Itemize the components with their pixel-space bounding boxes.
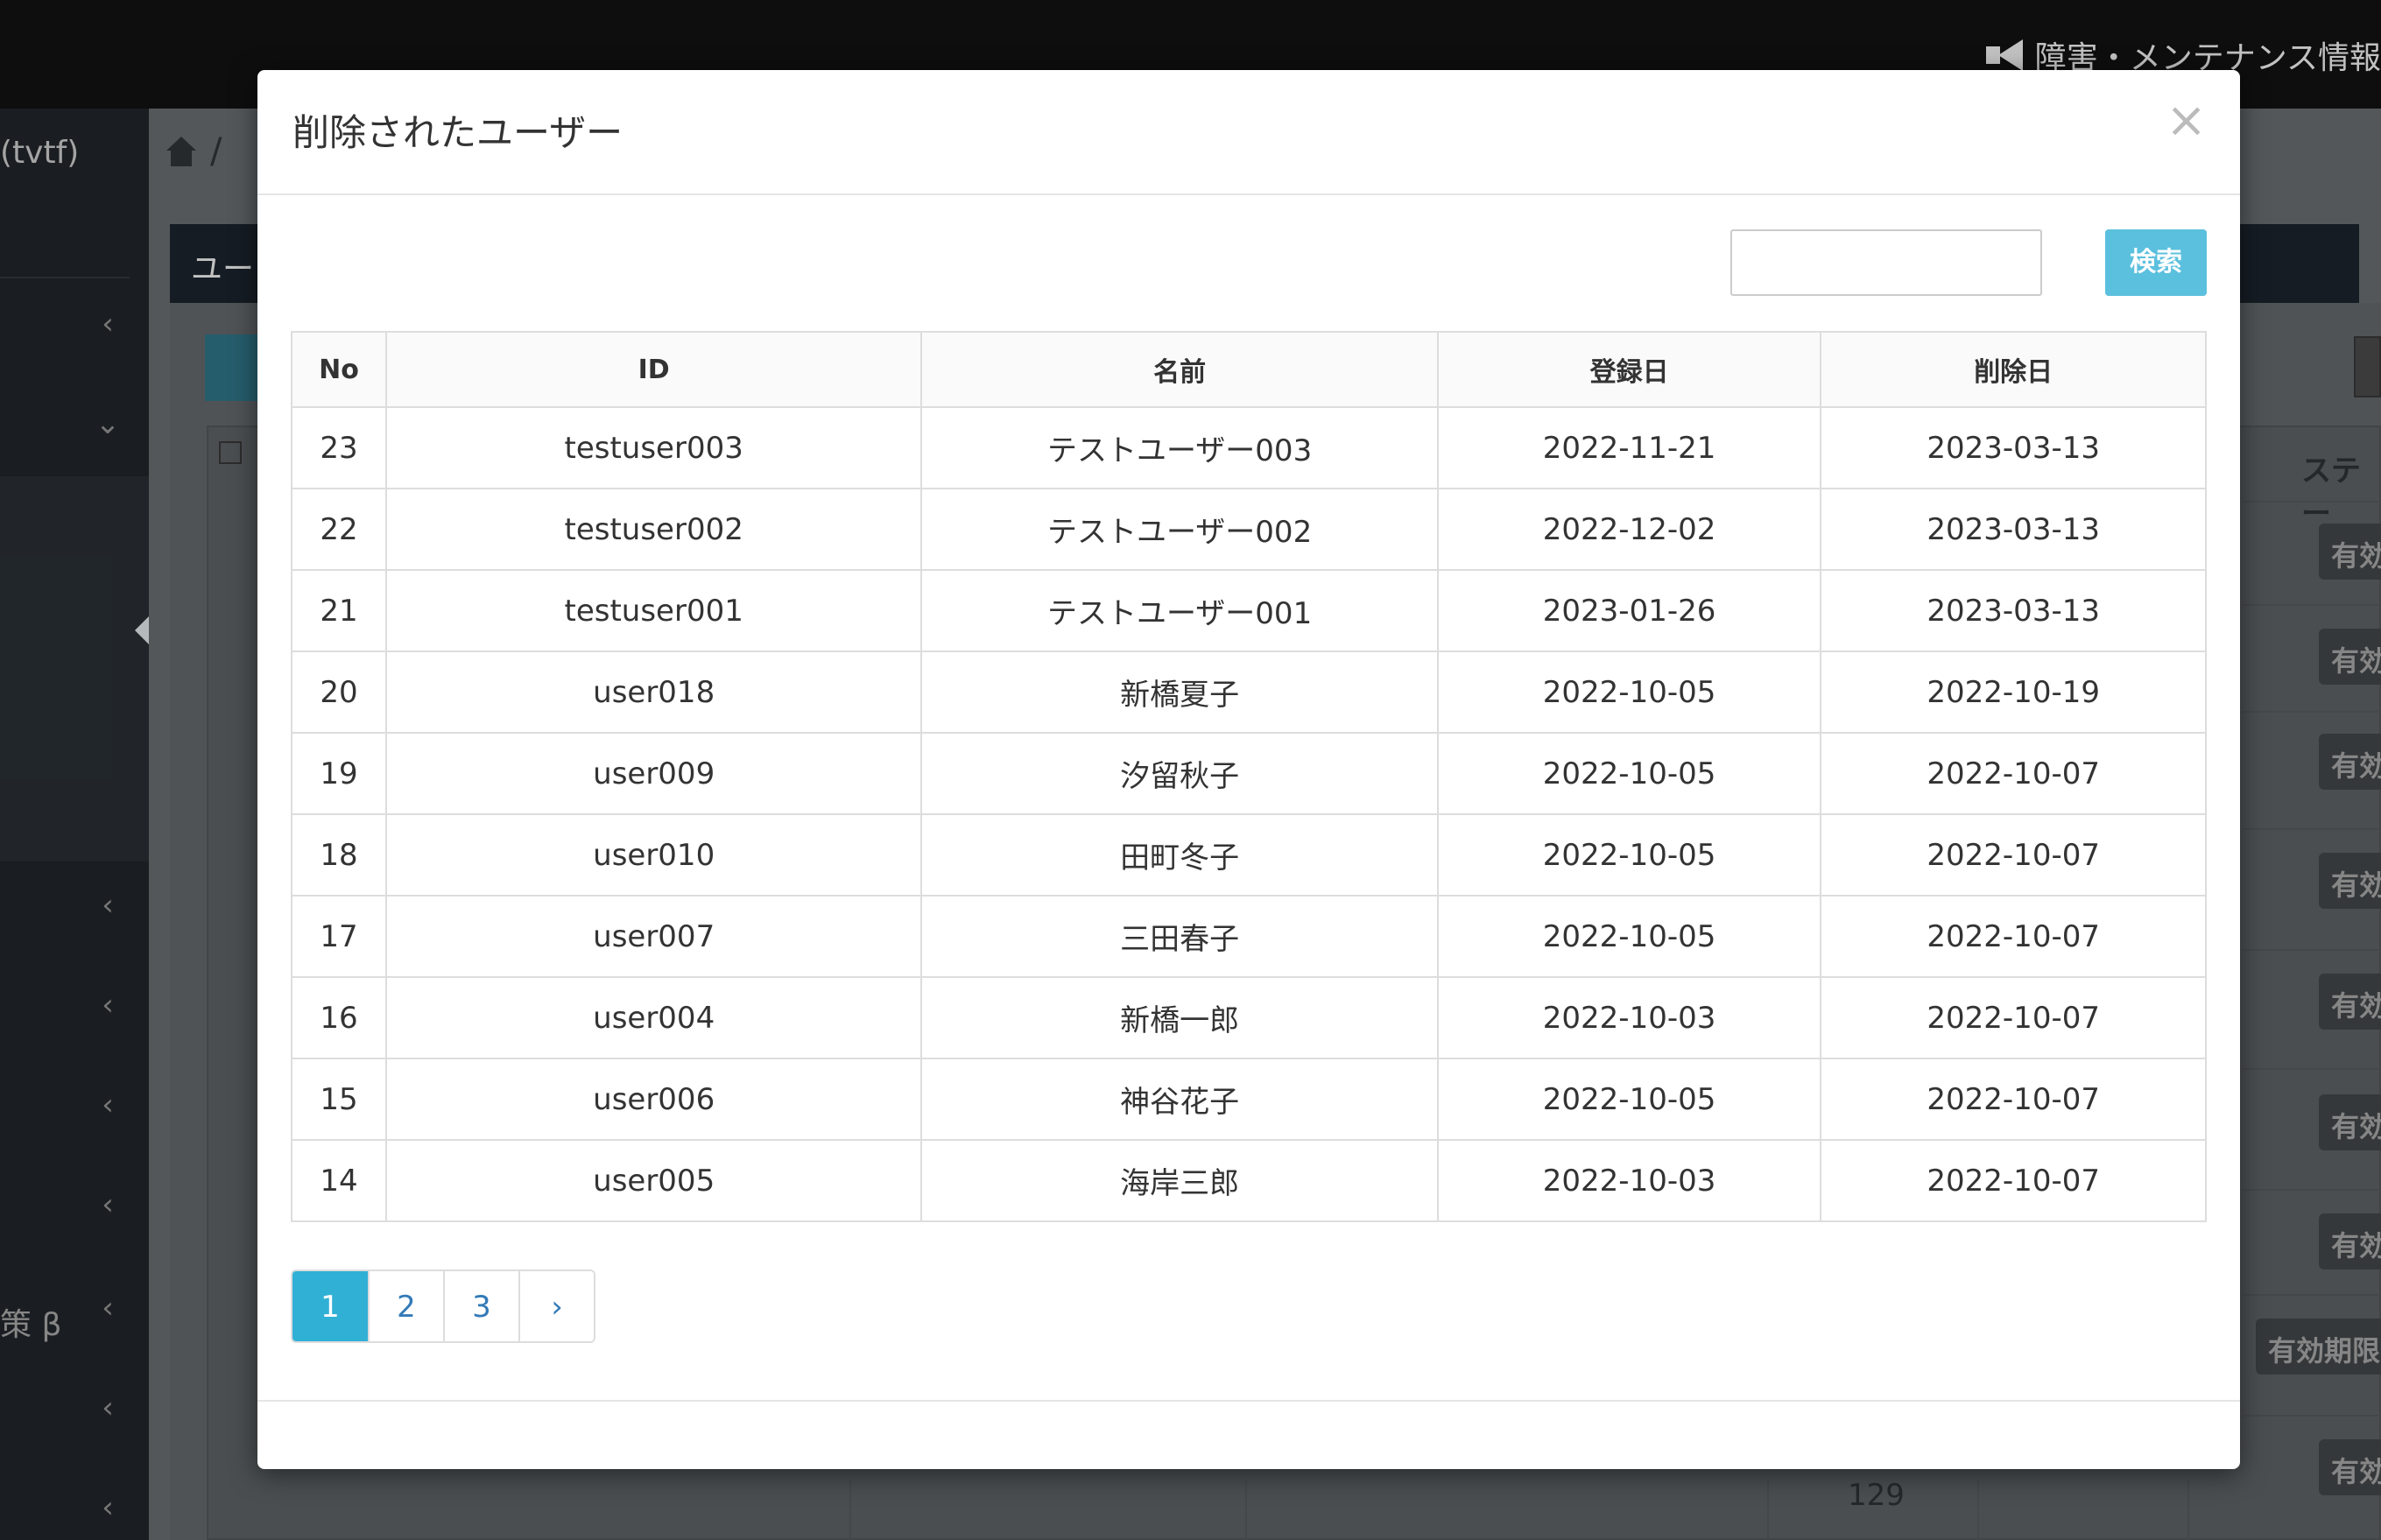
column-header-deleted: 削除日 — [1820, 331, 2207, 408]
modal-footer-divider — [257, 1400, 2240, 1402]
pagination: 1 2 3 › — [291, 1269, 595, 1343]
cell-registered: 2022-10-03 — [1436, 976, 1822, 1059]
cell-registered: 2022-11-21 — [1436, 406, 1822, 489]
cell-registered: 2022-10-05 — [1436, 895, 1822, 978]
cell-deleted: 2022-10-07 — [1820, 1139, 2207, 1222]
cell-no: 17 — [291, 895, 387, 978]
cell-registered: 2022-12-02 — [1436, 488, 1822, 571]
cell-deleted: 2023-03-13 — [1820, 406, 2207, 489]
search-input[interactable] — [1730, 229, 2042, 296]
table-row: 22 testuser002 テストユーザー002 2022-12-02 202… — [291, 488, 2207, 571]
cell-no: 15 — [291, 1058, 387, 1141]
column-header-registered: 登録日 — [1436, 331, 1822, 408]
table-header-row: No ID 名前 登録日 削除日 — [291, 331, 2207, 408]
cell-no: 21 — [291, 569, 387, 652]
table-row: 17 user007 三田春子 2022-10-05 2022-10-07 — [291, 895, 2207, 978]
cell-name: テストユーザー001 — [920, 569, 1439, 652]
column-header-name: 名前 — [920, 331, 1439, 408]
cell-no: 22 — [291, 488, 387, 571]
cell-registered: 2022-10-05 — [1436, 732, 1822, 815]
next-page-chevron-icon[interactable]: › — [518, 1271, 594, 1341]
page-link-3[interactable]: 3 — [443, 1271, 518, 1341]
cell-id: user010 — [384, 813, 923, 897]
cell-registered: 2022-10-05 — [1436, 1058, 1822, 1141]
cell-deleted: 2022-10-07 — [1820, 813, 2207, 897]
cell-deleted: 2023-03-13 — [1820, 488, 2207, 571]
cell-registered: 2023-01-26 — [1436, 569, 1822, 652]
table-row: 16 user004 新橋一郎 2022-10-03 2022-10-07 — [291, 976, 2207, 1059]
close-icon[interactable]: × — [2166, 96, 2207, 145]
cell-no: 16 — [291, 976, 387, 1059]
cell-deleted: 2022-10-07 — [1820, 1058, 2207, 1141]
modal-header: 削除されたユーザー × — [257, 70, 2240, 195]
cell-id: user006 — [384, 1058, 923, 1141]
cell-no: 20 — [291, 650, 387, 734]
cell-deleted: 2022-10-07 — [1820, 732, 2207, 815]
cell-name: 新橋夏子 — [920, 650, 1439, 734]
search-button[interactable]: 検索 — [2105, 229, 2207, 296]
cell-name: 汐留秋子 — [920, 732, 1439, 815]
table-row: 14 user005 海岸三郎 2022-10-03 2022-10-07 — [291, 1139, 2207, 1222]
column-header-id: ID — [384, 331, 923, 408]
cell-id: user018 — [384, 650, 923, 734]
cell-name: 田町冬子 — [920, 813, 1439, 897]
page-link-2[interactable]: 2 — [368, 1271, 443, 1341]
modal-title: 削除されたユーザー — [292, 111, 623, 154]
page-link-1[interactable]: 1 — [292, 1271, 368, 1341]
cell-no: 23 — [291, 406, 387, 489]
cell-id: testuser001 — [384, 569, 923, 652]
cell-name: テストユーザー002 — [920, 488, 1439, 571]
cell-name: 新橋一郎 — [920, 976, 1439, 1059]
table-row: 23 testuser003 テストユーザー003 2022-11-21 202… — [291, 406, 2207, 489]
cell-id: user007 — [384, 895, 923, 978]
table-row: 20 user018 新橋夏子 2022-10-05 2022-10-19 — [291, 650, 2207, 734]
cell-id: testuser002 — [384, 488, 923, 571]
cell-deleted: 2022-10-19 — [1820, 650, 2207, 734]
cell-no: 19 — [291, 732, 387, 815]
table-row: 19 user009 汐留秋子 2022-10-05 2022-10-07 — [291, 732, 2207, 815]
cell-deleted: 2022-10-07 — [1820, 976, 2207, 1059]
cell-name: 三田春子 — [920, 895, 1439, 978]
cell-deleted: 2022-10-07 — [1820, 895, 2207, 978]
cell-registered: 2022-10-03 — [1436, 1139, 1822, 1222]
cell-id: user004 — [384, 976, 923, 1059]
cell-registered: 2022-10-05 — [1436, 650, 1822, 734]
cell-name: 神谷花子 — [920, 1058, 1439, 1141]
cell-no: 14 — [291, 1139, 387, 1222]
cell-id: testuser003 — [384, 406, 923, 489]
deleted-users-table: No ID 名前 登録日 削除日 23 testuser003 テストユーザー0… — [291, 331, 2207, 1222]
column-header-no: No — [291, 331, 387, 408]
cell-name: 海岸三郎 — [920, 1139, 1439, 1222]
table-row: 21 testuser001 テストユーザー001 2023-01-26 202… — [291, 569, 2207, 652]
cell-registered: 2022-10-05 — [1436, 813, 1822, 897]
cell-name: テストユーザー003 — [920, 406, 1439, 489]
table-row: 18 user010 田町冬子 2022-10-05 2022-10-07 — [291, 813, 2207, 897]
cell-id: user009 — [384, 732, 923, 815]
table-row: 15 user006 神谷花子 2022-10-05 2022-10-07 — [291, 1058, 2207, 1141]
cell-deleted: 2023-03-13 — [1820, 569, 2207, 652]
cell-no: 18 — [291, 813, 387, 897]
deleted-users-modal: 削除されたユーザー × 検索 No ID 名前 登録日 削除日 23 testu… — [257, 70, 2240, 1469]
cell-id: user005 — [384, 1139, 923, 1222]
